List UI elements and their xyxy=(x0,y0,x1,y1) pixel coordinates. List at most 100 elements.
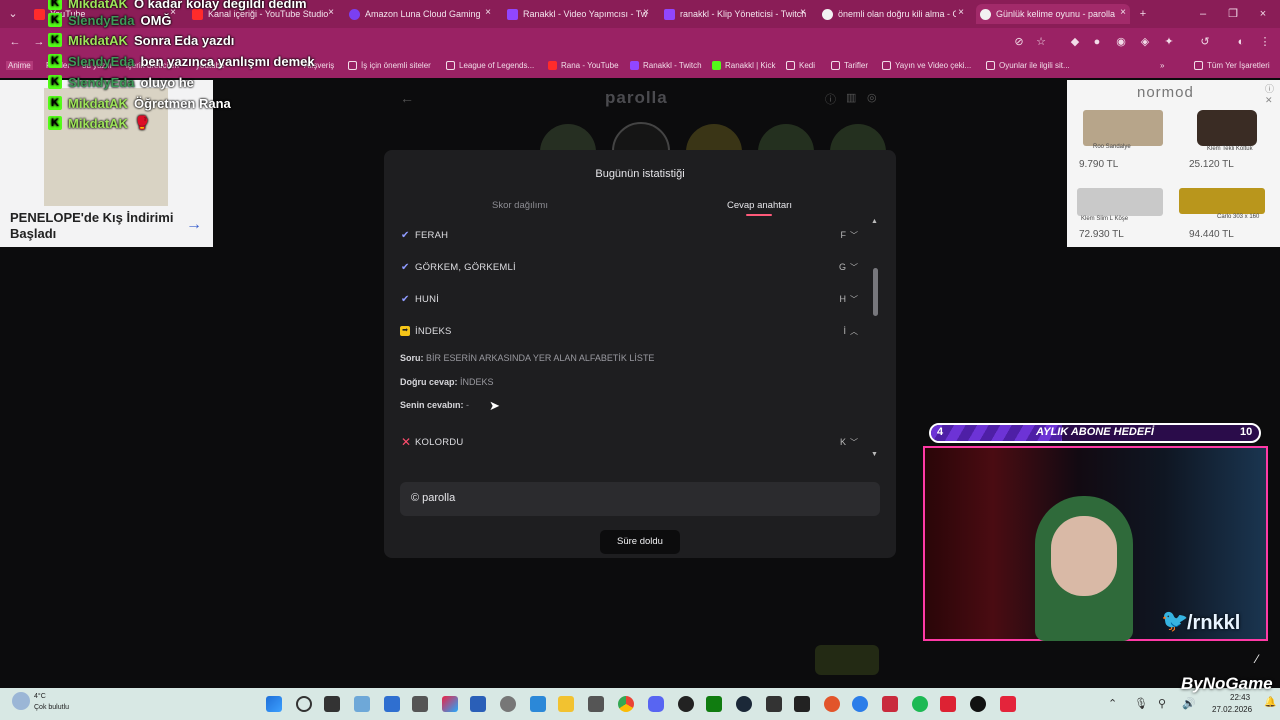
back-icon[interactable]: ← xyxy=(8,35,22,49)
bookmark-folder[interactable]: Kedi xyxy=(786,61,815,70)
obs-icon[interactable] xyxy=(678,696,694,712)
new-tab-icon[interactable]: + xyxy=(1136,7,1150,21)
close-icon[interactable]: × xyxy=(643,7,649,18)
microphone-icon[interactable]: 🎙 xyxy=(1134,697,1148,710)
bookmark[interactable]: Ranakkl - Twitch xyxy=(630,61,702,70)
chevron-up-icon[interactable]: ⌃ xyxy=(1108,697,1117,710)
spotify-icon[interactable] xyxy=(912,696,928,712)
all-bookmarks[interactable]: Tüm Yer İşaretleri xyxy=(1194,61,1270,70)
bookmark[interactable]: Rana - YouTube xyxy=(548,61,619,70)
time-up-button[interactable]: Süre doldu xyxy=(600,530,680,554)
wifi-icon[interactable]: ⚲ xyxy=(1158,697,1166,710)
ad-info-icon[interactable]: ⓘ ✕ xyxy=(1265,82,1280,106)
close-window-icon[interactable]: × xyxy=(1256,7,1270,21)
chat-message: K SlendyEda ben yazınca yanlışmı demek xyxy=(48,51,315,71)
tab-answer-key[interactable]: Cevap anahtarı xyxy=(727,200,792,211)
answer-row[interactable]: ✔ HUNİ H ﹀ xyxy=(400,289,860,309)
restore-icon[interactable]: ❐ xyxy=(1226,7,1240,21)
close-icon[interactable]: × xyxy=(958,7,964,18)
share-text: © parolla xyxy=(411,492,456,504)
bookmark-folder[interactable]: Oyunlar ile ilgili sit... xyxy=(986,61,1070,70)
chrome-icon[interactable] xyxy=(618,696,634,712)
history-icon[interactable]: ↺ xyxy=(1198,35,1212,49)
discord-icon[interactable] xyxy=(648,696,664,712)
tab-parolla[interactable]: Günlük kelime oyunu - parolla × xyxy=(976,4,1130,24)
answer-row[interactable]: ✔ FERAH F ﹀ xyxy=(400,225,860,245)
weather-icon[interactable] xyxy=(12,692,30,710)
tab-score-distribution[interactable]: Skor dağılımı xyxy=(492,200,548,211)
bookmark-folder[interactable]: Tarifler xyxy=(831,61,868,70)
eye-off-icon[interactable]: ⊘ xyxy=(1012,35,1026,49)
copilot-icon[interactable] xyxy=(442,696,458,712)
minimize-icon[interactable]: – xyxy=(1196,7,1210,21)
tab-google[interactable]: önemli olan doğru kili alma - G × xyxy=(818,4,968,24)
stats-icon[interactable]: ▥ xyxy=(846,91,856,104)
chevron-down-icon: ﹀ xyxy=(850,230,858,240)
app-icon[interactable] xyxy=(412,696,428,712)
tab-twitch-video[interactable]: Ranakkl - Video Yapımcısı - Twit × xyxy=(503,4,653,24)
star-icon[interactable]: ☆ xyxy=(1034,35,1048,49)
bookmark-folder[interactable]: League of Legends... xyxy=(446,61,534,70)
answer-row[interactable]: ✕ KOLORDU K ﹀ xyxy=(400,432,860,452)
extension-icon[interactable]: ◉ xyxy=(1114,35,1128,49)
profile-icon[interactable]: ◎ xyxy=(867,91,877,104)
extension-icon[interactable]: ◆ xyxy=(1068,35,1082,49)
twitter-handle: /rnkkl xyxy=(1187,612,1241,634)
bookmark-folder[interactable]: İş için önemli siteler xyxy=(348,61,431,70)
arrow-right-icon[interactable]: → xyxy=(186,216,202,234)
volume-icon[interactable]: 🔊 xyxy=(1182,697,1196,710)
tab-list-icon[interactable]: ⌄ xyxy=(6,7,20,21)
app-icon[interactable] xyxy=(824,696,840,712)
close-icon[interactable]: × xyxy=(1120,7,1126,18)
store-icon[interactable] xyxy=(470,696,486,712)
app-icon[interactable] xyxy=(940,696,956,712)
extension-icon[interactable]: ◈ xyxy=(1138,35,1152,49)
epic-games-icon[interactable] xyxy=(794,696,810,712)
twitter-icon: 🐦 xyxy=(1161,608,1189,633)
outlook-icon[interactable] xyxy=(384,696,400,712)
info-icon[interactable]: ⓘ xyxy=(825,91,836,107)
scrollbar-thumb[interactable] xyxy=(873,268,878,316)
bookmark[interactable]: Ranakkl | Kick xyxy=(712,61,776,70)
search-icon[interactable] xyxy=(296,696,312,712)
share-box[interactable] xyxy=(400,482,880,516)
close-icon[interactable]: × xyxy=(800,7,806,18)
back-icon[interactable]: ← xyxy=(400,90,414,106)
app-icon[interactable] xyxy=(852,696,868,712)
windows-start-icon[interactable] xyxy=(266,696,282,712)
notepad-icon[interactable] xyxy=(588,696,604,712)
avatar[interactable]: ◐ xyxy=(1234,35,1248,49)
answer-row[interactable]: ✔ GÖRKEM, GÖRKEMLİ G ﹀ xyxy=(400,257,860,277)
forward-icon[interactable]: → xyxy=(32,35,46,49)
tab-twitch-clips[interactable]: ranakkl - Klip Yöneticisi - Twitch × xyxy=(660,4,810,24)
steam-icon[interactable] xyxy=(736,696,752,712)
menu-icon[interactable]: ⋮ xyxy=(1258,35,1272,49)
app-icon[interactable] xyxy=(970,696,986,712)
settings-icon[interactable] xyxy=(500,696,516,712)
close-icon[interactable]: × xyxy=(328,7,334,18)
app-icon[interactable] xyxy=(766,696,782,712)
extension-icon[interactable]: ● xyxy=(1090,35,1104,49)
app-icon[interactable] xyxy=(882,696,898,712)
scroll-up-icon[interactable]: ▲ xyxy=(871,218,878,225)
bookmark-folder[interactable]: Yayın ve Video çeki... xyxy=(882,61,971,70)
answer-row-expanded[interactable]: ➡ İNDEKS İ ︿ xyxy=(400,321,860,341)
puzzle-icon[interactable]: ✦ xyxy=(1162,35,1176,49)
tab-luna[interactable]: Amazon Luna Cloud Gaming × xyxy=(345,4,495,24)
correct-answer-line: Doğru cevap: İNDEKS xyxy=(400,377,494,387)
app-icon[interactable] xyxy=(1000,696,1016,712)
scroll-down-icon[interactable]: ▼ xyxy=(871,451,878,458)
ad-product-price: 94.440 TL xyxy=(1189,229,1234,240)
widgets-icon[interactable] xyxy=(354,696,370,712)
explorer-icon[interactable] xyxy=(558,696,574,712)
ad-headline: PENELOPE'de Kış İndirimi Başladı xyxy=(10,210,174,241)
more-bookmarks-icon[interactable]: » xyxy=(1160,61,1164,70)
task-view-icon[interactable] xyxy=(324,696,340,712)
folder-icon xyxy=(786,61,795,70)
xbox-icon[interactable] xyxy=(706,696,722,712)
bookmark[interactable]: Anime xyxy=(6,61,33,70)
close-icon[interactable]: × xyxy=(485,7,491,18)
ad-right[interactable]: normod ⓘ ✕ Roo Sandalye 9.790 TL Klem Te… xyxy=(1067,80,1280,247)
photos-icon[interactable] xyxy=(530,696,546,712)
notification-icon[interactable]: 🔔 xyxy=(1264,697,1276,708)
